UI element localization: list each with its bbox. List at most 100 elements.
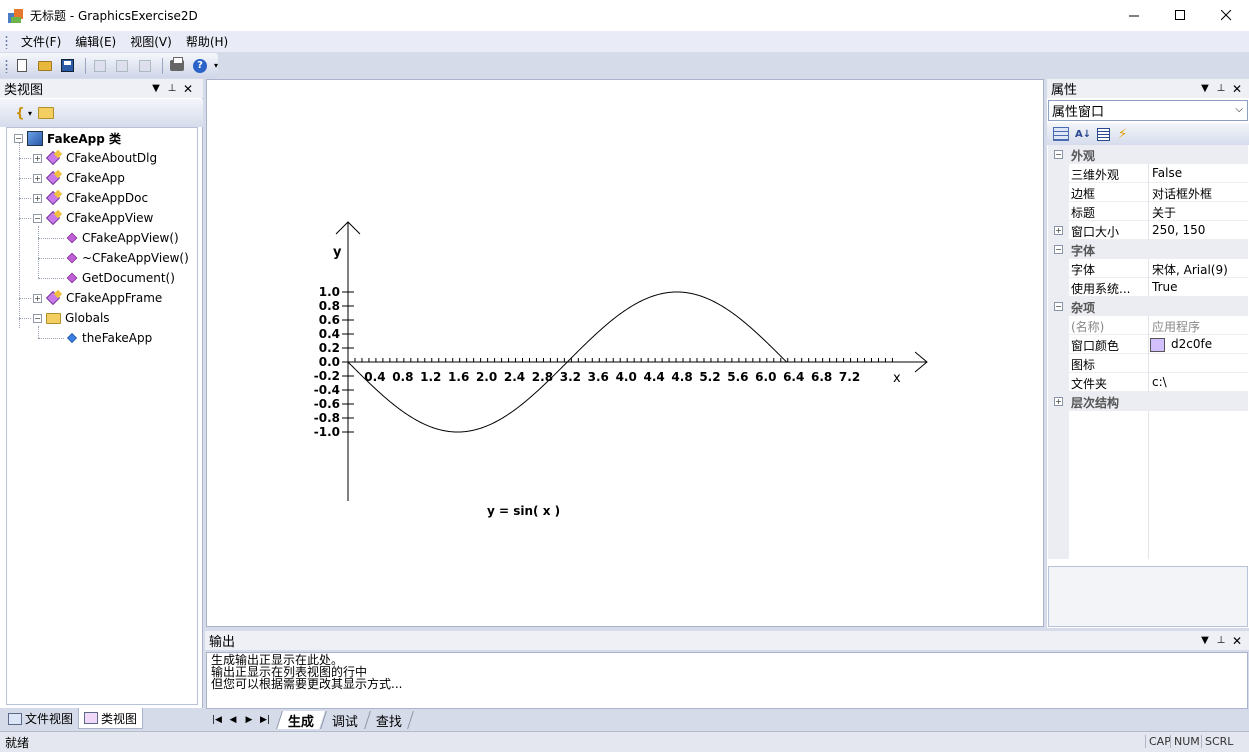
menu-edit[interactable]: 编辑(E) <box>68 33 123 50</box>
category-hierarchy[interactable]: + 层次结构 <box>1048 392 1248 411</box>
menu-bar: 文件(F) 编辑(E) 视图(V) 帮助(H) <box>0 31 1249 52</box>
property-pages-icon[interactable] <box>1097 127 1110 141</box>
help-icon[interactable]: ? <box>190 56 210 76</box>
collapse-icon[interactable]: − <box>1054 302 1063 311</box>
property-row[interactable]: 图标 <box>1048 354 1248 373</box>
tree-item-destructor[interactable]: ~CFakeAppView() <box>66 248 189 268</box>
window-title: 无标题 - GraphicsExercise2D <box>30 9 198 23</box>
x-tick-label: 4.4 <box>643 370 664 384</box>
tab-debug[interactable]: 调试 <box>320 711 369 730</box>
expand-icon[interactable]: + <box>1054 226 1063 235</box>
collapse-icon[interactable]: − <box>33 213 42 223</box>
property-row[interactable]: + 窗口大小 250, 150 <box>1048 221 1248 240</box>
menu-help[interactable]: 帮助(H) <box>179 33 235 50</box>
collapse-icon[interactable]: − <box>14 133 23 143</box>
print-icon[interactable] <box>167 56 187 76</box>
tab-find[interactable]: 查找 <box>364 711 414 730</box>
menu-file[interactable]: 文件(F) <box>14 33 68 50</box>
x-tick-label: 1.2 <box>420 370 441 384</box>
class-view-icon <box>84 712 99 724</box>
property-row[interactable]: 标题 关于 <box>1048 202 1248 221</box>
category-appearance[interactable]: − 外观 <box>1048 145 1248 164</box>
tree-item-cfakeaboutdlg[interactable]: + CFakeAboutDlg <box>33 148 157 168</box>
tree-root[interactable]: − FakeApp 类 <box>14 128 121 148</box>
title-bar: 无标题 - GraphicsExercise2D <box>0 0 1249 31</box>
expand-icon[interactable]: + <box>33 173 42 183</box>
paste-icon[interactable] <box>135 56 155 76</box>
property-row[interactable]: (名称) 应用程序 <box>1048 316 1248 335</box>
expand-icon[interactable]: + <box>1054 397 1063 406</box>
pin-icon[interactable]: ⊥ <box>164 83 180 94</box>
close-icon[interactable]: ✕ <box>1229 82 1245 96</box>
tree-item-getdocument[interactable]: GetDocument() <box>66 268 175 288</box>
dropdown-icon[interactable]: ▼ <box>1197 83 1213 94</box>
menu-grip-icon[interactable] <box>5 34 8 49</box>
events-icon[interactable]: ⚡ <box>1118 127 1127 142</box>
property-row[interactable]: 窗口颜色 d2c0fe <box>1048 335 1248 354</box>
sort-icon[interactable]: { <box>12 105 28 121</box>
x-tick-label: 3.6 <box>588 370 609 384</box>
category-font[interactable]: − 字体 <box>1048 240 1248 259</box>
collapse-icon[interactable]: − <box>1054 245 1063 254</box>
prev-tab-icon[interactable]: ◀ <box>225 715 241 725</box>
y-tick-label: 0.8 <box>319 299 340 313</box>
categorized-icon[interactable] <box>1053 127 1069 141</box>
close-icon[interactable] <box>1203 0 1249 31</box>
document-view[interactable]: 0.4 0.8 1.2 1.6 2.0 2.4 2.8 3.2 3.6 4.0 4.4 4.8 5.2 5… <box>206 79 1044 627</box>
tree-item-cfakeappview[interactable]: − CFakeAppView <box>33 208 153 228</box>
property-row[interactable]: 字体 宋体, Arial(9) <box>1048 259 1248 278</box>
scrl-indicator: SCRL <box>1201 735 1233 748</box>
y-tick-label: -0.2 <box>314 369 340 383</box>
property-row[interactable]: 使用系统... True <box>1048 278 1248 297</box>
output-text[interactable]: 生成输出正显示在此处。 输出正显示在列表视图的行中 但您可以根据需要更改其显示方… <box>206 652 1248 709</box>
y-axis-label: y <box>333 245 342 260</box>
expand-icon[interactable]: + <box>33 193 42 203</box>
color-swatch[interactable] <box>1150 337 1165 352</box>
sort-dropdown-icon[interactable]: ▾ <box>28 109 32 118</box>
dropdown-icon[interactable]: ▼ <box>1197 635 1213 646</box>
properties-object-select[interactable]: 属性窗口 ⌵ <box>1048 100 1248 121</box>
tree-item-cfakeapp[interactable]: + CFakeApp <box>33 168 125 188</box>
new-folder-icon[interactable] <box>38 107 55 119</box>
tree-item-thefakeapp[interactable]: theFakeApp <box>67 328 152 348</box>
alphabetical-icon[interactable]: A↓ <box>1075 129 1093 140</box>
collapse-icon[interactable]: − <box>33 313 42 323</box>
pin-icon[interactable]: ⊥ <box>1213 83 1229 94</box>
maximize-icon[interactable] <box>1157 0 1203 31</box>
tab-class-view[interactable]: 类视图 <box>78 708 144 729</box>
save-icon[interactable] <box>58 56 78 76</box>
next-tab-icon[interactable]: ▶ <box>241 715 257 725</box>
property-row[interactable]: 边框 对话框外框 <box>1048 183 1248 202</box>
tab-file-view[interactable]: 文件视图 <box>3 708 78 729</box>
new-document-icon[interactable] <box>12 56 32 76</box>
copy-icon[interactable] <box>112 56 132 76</box>
cut-icon[interactable] <box>90 56 110 76</box>
last-tab-icon[interactable]: ▶| <box>257 715 273 725</box>
toolbar-overflow-icon[interactable]: ▾ <box>214 61 218 70</box>
y-tick-label: 0.0 <box>319 355 340 369</box>
minimize-icon[interactable] <box>1111 0 1157 31</box>
first-tab-icon[interactable]: |◀ <box>209 715 225 725</box>
toolbar-grip-icon[interactable] <box>5 58 8 73</box>
expand-icon[interactable]: + <box>33 153 42 163</box>
tree-item-cfakeappframe[interactable]: + CFakeAppFrame <box>33 288 162 308</box>
tree-item-cfakeappdoc[interactable]: + CFakeAppDoc <box>33 188 148 208</box>
output-header: 输出 <box>205 631 1249 650</box>
close-icon[interactable]: ✕ <box>180 82 196 96</box>
close-icon[interactable]: ✕ <box>1229 634 1245 648</box>
expand-icon[interactable]: + <box>33 293 42 303</box>
property-row[interactable]: 文件夹 c:\ <box>1048 373 1248 392</box>
menu-view[interactable]: 视图(V) <box>123 33 179 50</box>
open-folder-icon[interactable] <box>35 56 55 76</box>
category-misc[interactable]: − 杂项 <box>1048 297 1248 316</box>
property-description <box>1048 566 1248 627</box>
tree-item-globals[interactable]: − Globals <box>33 308 110 328</box>
tab-build[interactable]: 生成 <box>276 711 325 730</box>
collapse-icon[interactable]: − <box>1054 150 1063 159</box>
dropdown-icon[interactable]: ▼ <box>148 83 164 94</box>
pin-icon[interactable]: ⊥ <box>1213 635 1229 646</box>
class-icon <box>46 191 62 205</box>
property-row[interactable]: 三维外观 False <box>1048 164 1248 183</box>
method-icon <box>66 232 78 244</box>
tree-item-constructor[interactable]: CFakeAppView() <box>66 228 179 248</box>
